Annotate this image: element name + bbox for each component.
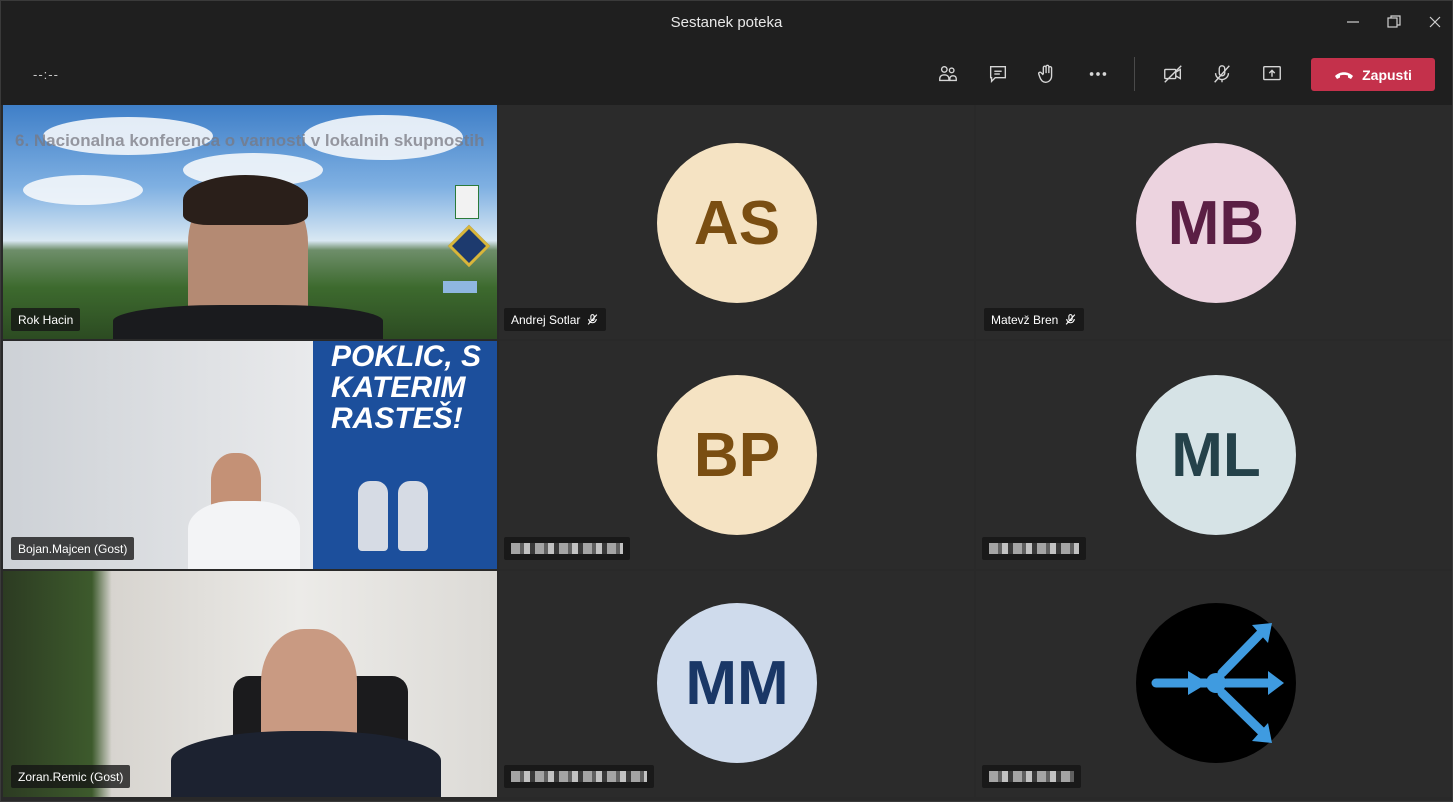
avatar — [1136, 603, 1296, 763]
muted-mic-icon — [588, 314, 598, 325]
leave-label: Zapusti — [1362, 66, 1412, 83]
avatar-initials: BP — [693, 420, 781, 490]
faculty-logo — [443, 281, 477, 293]
redacted-name — [989, 543, 1079, 554]
avatar: MM — [657, 603, 817, 763]
hangup-icon — [1335, 71, 1354, 79]
teams-meeting-window: Sestanek poteka --:-- Zapusti 6. Naciona… — [0, 0, 1453, 802]
avatar-initials: MB — [1167, 188, 1265, 258]
participant-name-label-redacted — [504, 765, 654, 788]
participant-name: Rok Hacin — [18, 312, 74, 327]
poster-figure — [358, 481, 388, 551]
mic-off-icon — [1214, 65, 1230, 83]
redacted-name — [511, 771, 647, 782]
participant-name: Bojan.Majcen (Gost) — [18, 541, 128, 556]
title-bar: Sestanek poteka — [1, 1, 1452, 43]
participant-name-label-redacted — [982, 765, 1081, 788]
participants-icon — [939, 65, 957, 82]
avatar-tile-matevz-bren[interactable]: MB Matevž Bren — [976, 105, 1452, 339]
video-tile-rok-hacin[interactable]: 6. Nacionalna konferenca o varnosti v lo… — [3, 105, 497, 339]
redacted-name — [511, 543, 623, 554]
poster-figure — [398, 481, 428, 551]
participant-name-label: Matevž Bren — [984, 308, 1085, 331]
raise-hand-button[interactable] — [1030, 57, 1064, 91]
avatar-initials: ML — [1171, 420, 1261, 490]
avatar-tile-andrej-sotlar[interactable]: AS Andrej Sotlar — [499, 105, 974, 339]
minimize-button[interactable] — [1338, 9, 1368, 35]
video-tile-zoran-remic[interactable]: Zoran.Remic (Gost) — [3, 571, 497, 797]
share-screen-button[interactable] — [1255, 57, 1289, 91]
avatar-initials: AS — [693, 188, 781, 258]
participants-button[interactable] — [931, 57, 965, 91]
participant-hair — [183, 175, 308, 225]
mic-toggle-button[interactable] — [1205, 57, 1239, 91]
minimize-icon — [1347, 21, 1359, 23]
redacted-name — [989, 771, 1074, 782]
avatar: MB — [1136, 143, 1296, 303]
toolbar-divider — [1134, 57, 1135, 91]
window-title: Sestanek poteka — [670, 14, 783, 31]
participant-shirt — [188, 501, 300, 569]
share-screen-icon — [1263, 65, 1281, 81]
participant-name-label: Bojan.Majcen (Gost) — [11, 537, 135, 560]
muted-mic-icon — [1066, 314, 1076, 325]
recruitment-poster: POKLIC, S KATERIM RASTEŠ! — [313, 341, 497, 569]
close-icon — [1429, 16, 1441, 28]
participant-name: Zoran.Remic (Gost) — [18, 769, 124, 784]
camera-toggle-button[interactable] — [1156, 57, 1190, 91]
avatar: BP — [657, 375, 817, 535]
connector-icon — [1151, 623, 1284, 743]
avatar-tile-ml[interactable]: ML — [976, 341, 1452, 569]
more-icon — [1089, 72, 1107, 76]
avatar-tile-bp[interactable]: BP — [499, 341, 974, 569]
participant-name-label: Andrej Sotlar — [504, 308, 607, 331]
participant-face — [261, 629, 357, 747]
avatar-tile-connector[interactable] — [976, 571, 1452, 797]
participant-shoulders — [113, 305, 383, 339]
participant-name: Andrej Sotlar — [511, 312, 581, 327]
meeting-toolbar: --:-- Zapusti — [1, 43, 1452, 105]
cloud — [23, 175, 143, 205]
avatar: ML — [1136, 375, 1296, 535]
participant-name-label: Rok Hacin — [11, 308, 81, 331]
participant-name: Matevž Bren — [991, 312, 1059, 327]
municipality-logo — [455, 185, 479, 219]
participant-suit — [171, 731, 441, 797]
leave-button[interactable]: Zapusti — [1311, 58, 1435, 91]
chat-button[interactable] — [981, 57, 1015, 91]
avatar: AS — [657, 143, 817, 303]
poster-text: POKLIC, S KATERIM RASTEŠ! — [331, 341, 482, 435]
avatar-initials: MM — [685, 648, 789, 718]
avatar-tile-mm[interactable]: MM — [499, 571, 974, 797]
chat-icon — [989, 65, 1007, 83]
video-tile-bojan-majcen[interactable]: POKLIC, S KATERIM RASTEŠ! Bojan.Majcen (… — [3, 341, 497, 569]
restore-icon — [1387, 15, 1401, 28]
camera-off-icon — [1164, 65, 1182, 83]
slide-title: 6. Nacionalna konferenca o varnosti v lo… — [15, 131, 485, 150]
close-button[interactable] — [1420, 9, 1450, 35]
restore-button[interactable] — [1379, 9, 1409, 35]
participant-name-label: Zoran.Remic (Gost) — [11, 765, 131, 788]
raise-hand-icon — [1038, 64, 1053, 83]
meeting-timer: --:-- — [33, 67, 59, 82]
participant-name-label-redacted — [504, 537, 630, 560]
more-actions-button[interactable] — [1081, 57, 1115, 91]
participant-name-label-redacted — [982, 537, 1086, 560]
